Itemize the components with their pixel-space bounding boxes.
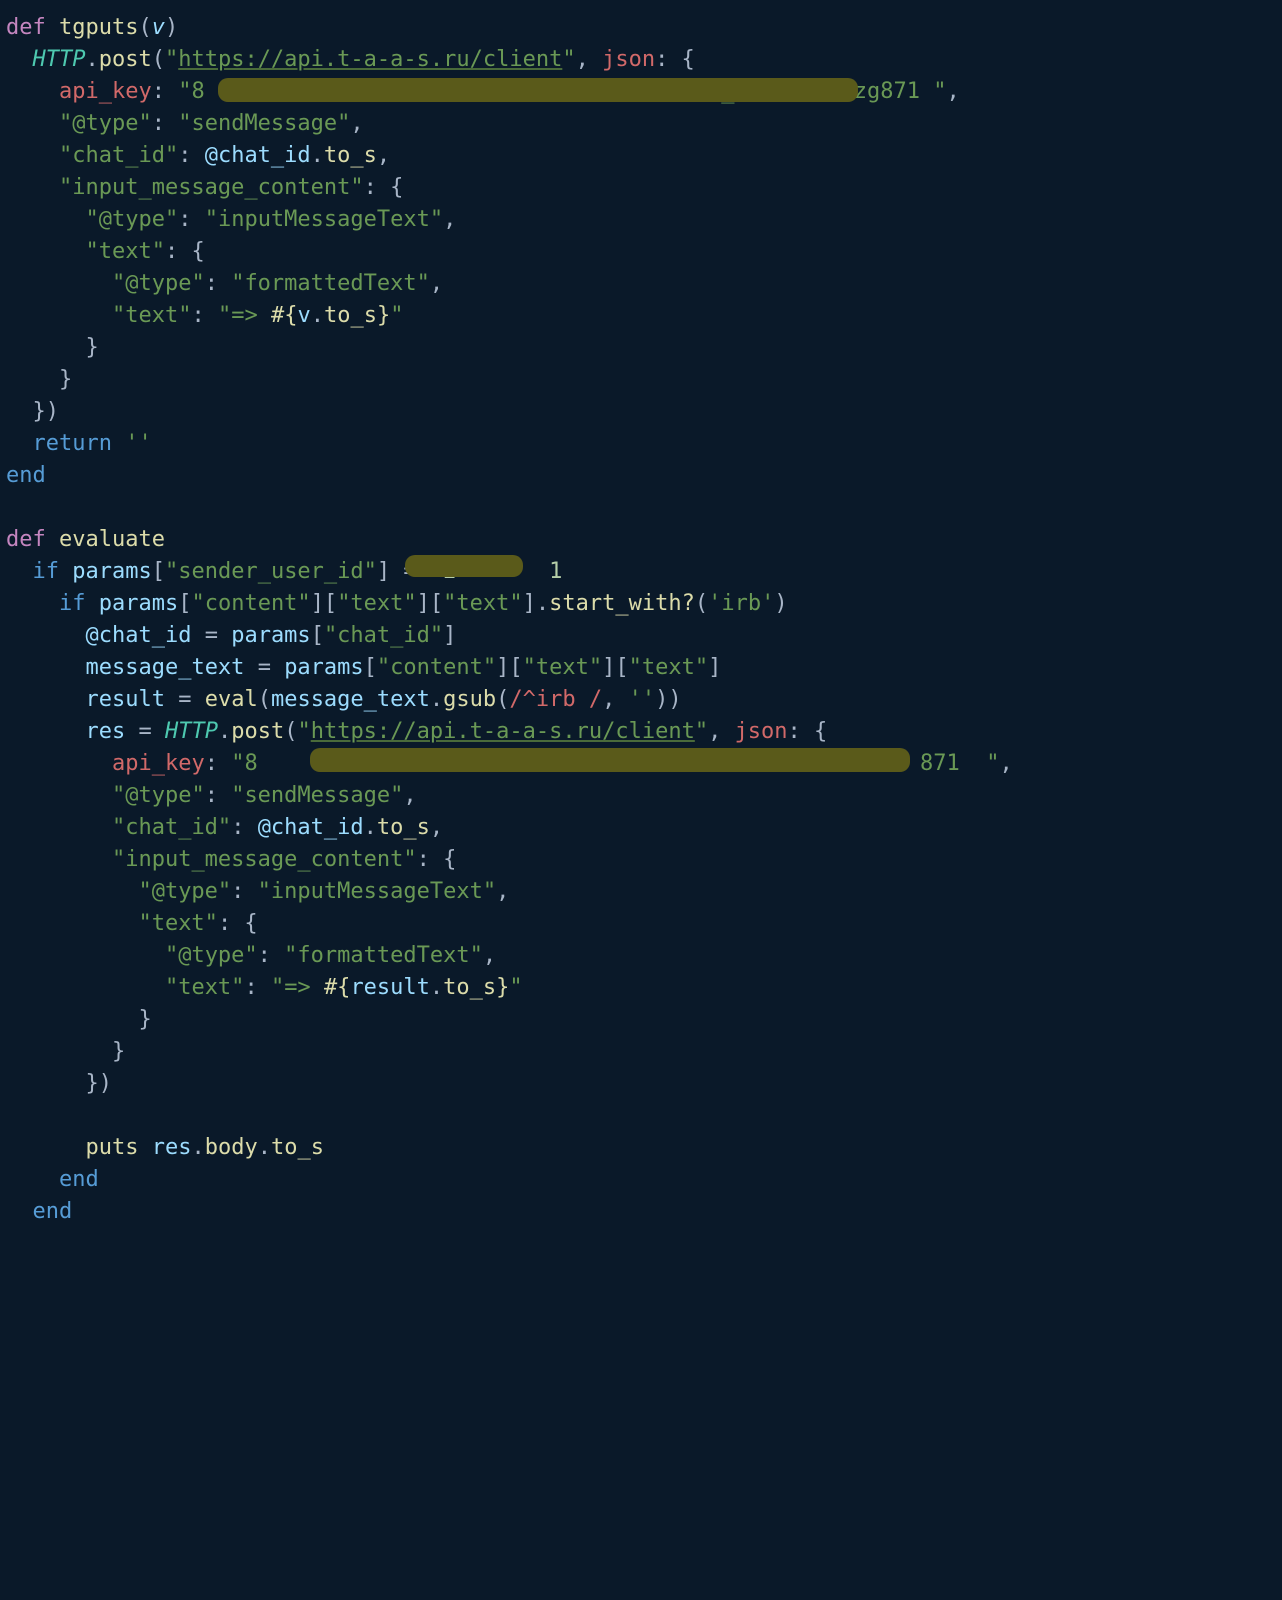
sender-id-a: 2	[443, 559, 456, 584]
type-key-5: "@type"	[138, 879, 231, 904]
interp-close-2: }	[496, 975, 509, 1000]
params-var-2: params	[99, 591, 178, 616]
http-const-2: HTTP	[165, 719, 218, 744]
content-key: "content"	[191, 591, 310, 616]
param-v: v	[152, 15, 165, 40]
text-key-3: "text"	[337, 591, 416, 616]
json-symbol: json	[602, 47, 655, 72]
http-const: HTTP	[33, 47, 86, 72]
type-key-2: "@type"	[85, 207, 178, 232]
text-key-7: "text"	[138, 911, 217, 936]
end-keyword: end	[6, 463, 46, 488]
url-literal: https://api.t-a-a-s.ru/client	[178, 47, 562, 72]
api-key-symbol: api_key	[59, 79, 152, 104]
to-s-call-3: to_s	[271, 1135, 324, 1160]
api-key-value: 8	[191, 79, 204, 104]
to-s-call-2: to_s	[377, 815, 430, 840]
empty-string: ''	[125, 431, 152, 456]
end-keyword-2: end	[59, 1167, 99, 1192]
input-message-content-key: "input_message_content"	[59, 175, 364, 200]
empty-string-2: ''	[629, 687, 656, 712]
chat-id-key-3: "chat_id"	[112, 815, 231, 840]
input-message-content-key-2: "input_message_content"	[112, 847, 417, 872]
end-keyword-3: end	[33, 1199, 73, 1224]
interp-to-s: to_s	[324, 303, 377, 328]
interp-open-2: #{	[324, 975, 351, 1000]
params-var: params	[72, 559, 151, 584]
regex-literal: /^irb /	[509, 687, 602, 712]
message-text-var-2: message_text	[271, 687, 430, 712]
interp-v: v	[297, 303, 310, 328]
chat-id-key-2: "chat_id"	[324, 623, 443, 648]
function-evaluate: evaluate	[59, 527, 165, 552]
type-key-3: "@type"	[112, 271, 205, 296]
eval-call: eval	[205, 687, 258, 712]
interp-open: #{	[271, 303, 298, 328]
start-with-call: start_with?	[549, 591, 695, 616]
res-var-2: res	[152, 1135, 192, 1160]
result-var: result	[85, 687, 164, 712]
input-message-text-2: inputMessageText	[271, 879, 483, 904]
if-keyword-2: if	[59, 591, 86, 616]
input-message-text: inputMessageText	[218, 207, 430, 232]
params-var-3: params	[231, 623, 310, 648]
message-text-var: message_text	[85, 655, 244, 680]
code-editor[interactable]: def tgputs(v) HTTP.post("https://api.t-a…	[0, 0, 1282, 1240]
chat-id-ivar-2: @chat_id	[85, 623, 191, 648]
if-keyword: if	[33, 559, 60, 584]
res-var: res	[85, 719, 125, 744]
text-key-8: "text"	[165, 975, 244, 1000]
return-keyword: return	[33, 431, 112, 456]
interp-close: }	[377, 303, 390, 328]
json-symbol-2: json	[735, 719, 788, 744]
gsub-call: gsub	[443, 687, 496, 712]
eq-eq: ==	[403, 559, 430, 584]
interp-result: result	[350, 975, 429, 1000]
interp-to-s-2: to_s	[443, 975, 496, 1000]
send-message: sendMessage	[191, 111, 337, 136]
text-key-6: "text"	[629, 655, 708, 680]
arrow-prefix-2: =>	[284, 975, 324, 1000]
formatted-text-2: formattedText	[297, 943, 469, 968]
irb-string: 'irb'	[708, 591, 774, 616]
keyword-def-2: def	[6, 527, 46, 552]
type-key-4: "@type"	[112, 783, 205, 808]
send-message-2: sendMessage	[244, 783, 390, 808]
to-s-call: to_s	[324, 143, 377, 168]
keyword-def: def	[6, 15, 46, 40]
text-key: "text"	[85, 239, 164, 264]
api-key-value-2a: 8	[244, 751, 257, 776]
sender-id-b: 1	[549, 559, 562, 584]
post-call: post	[99, 47, 152, 72]
body-call: body	[205, 1135, 258, 1160]
chat-id-ivar: @chat_id	[205, 143, 311, 168]
type-key-6: "@type"	[165, 943, 258, 968]
sender-user-id-key: "sender_user_id"	[165, 559, 377, 584]
text-key-4: "text"	[443, 591, 522, 616]
chat-id-key: "chat_id"	[59, 143, 178, 168]
api-key-value-tail: KHYDJUM5c_DCtiDbC6rzg871	[602, 79, 920, 104]
params-var-4: params	[284, 655, 363, 680]
chat-id-ivar-3: @chat_id	[258, 815, 364, 840]
content-key-2: "content"	[377, 655, 496, 680]
url-literal-2: https://api.t-a-a-s.ru/client	[311, 719, 695, 744]
type-key: "@type"	[59, 111, 152, 136]
arrow-prefix: =>	[231, 303, 271, 328]
api-key-symbol-2: api_key	[112, 751, 205, 776]
function-name: tgputs	[59, 15, 138, 40]
text-key-2: "text"	[112, 303, 191, 328]
text-key-5: "text"	[523, 655, 602, 680]
post-call-2: post	[231, 719, 284, 744]
api-key-value-2b: 871	[920, 751, 960, 776]
formatted-text: formattedText	[244, 271, 416, 296]
puts-call: puts	[85, 1135, 138, 1160]
